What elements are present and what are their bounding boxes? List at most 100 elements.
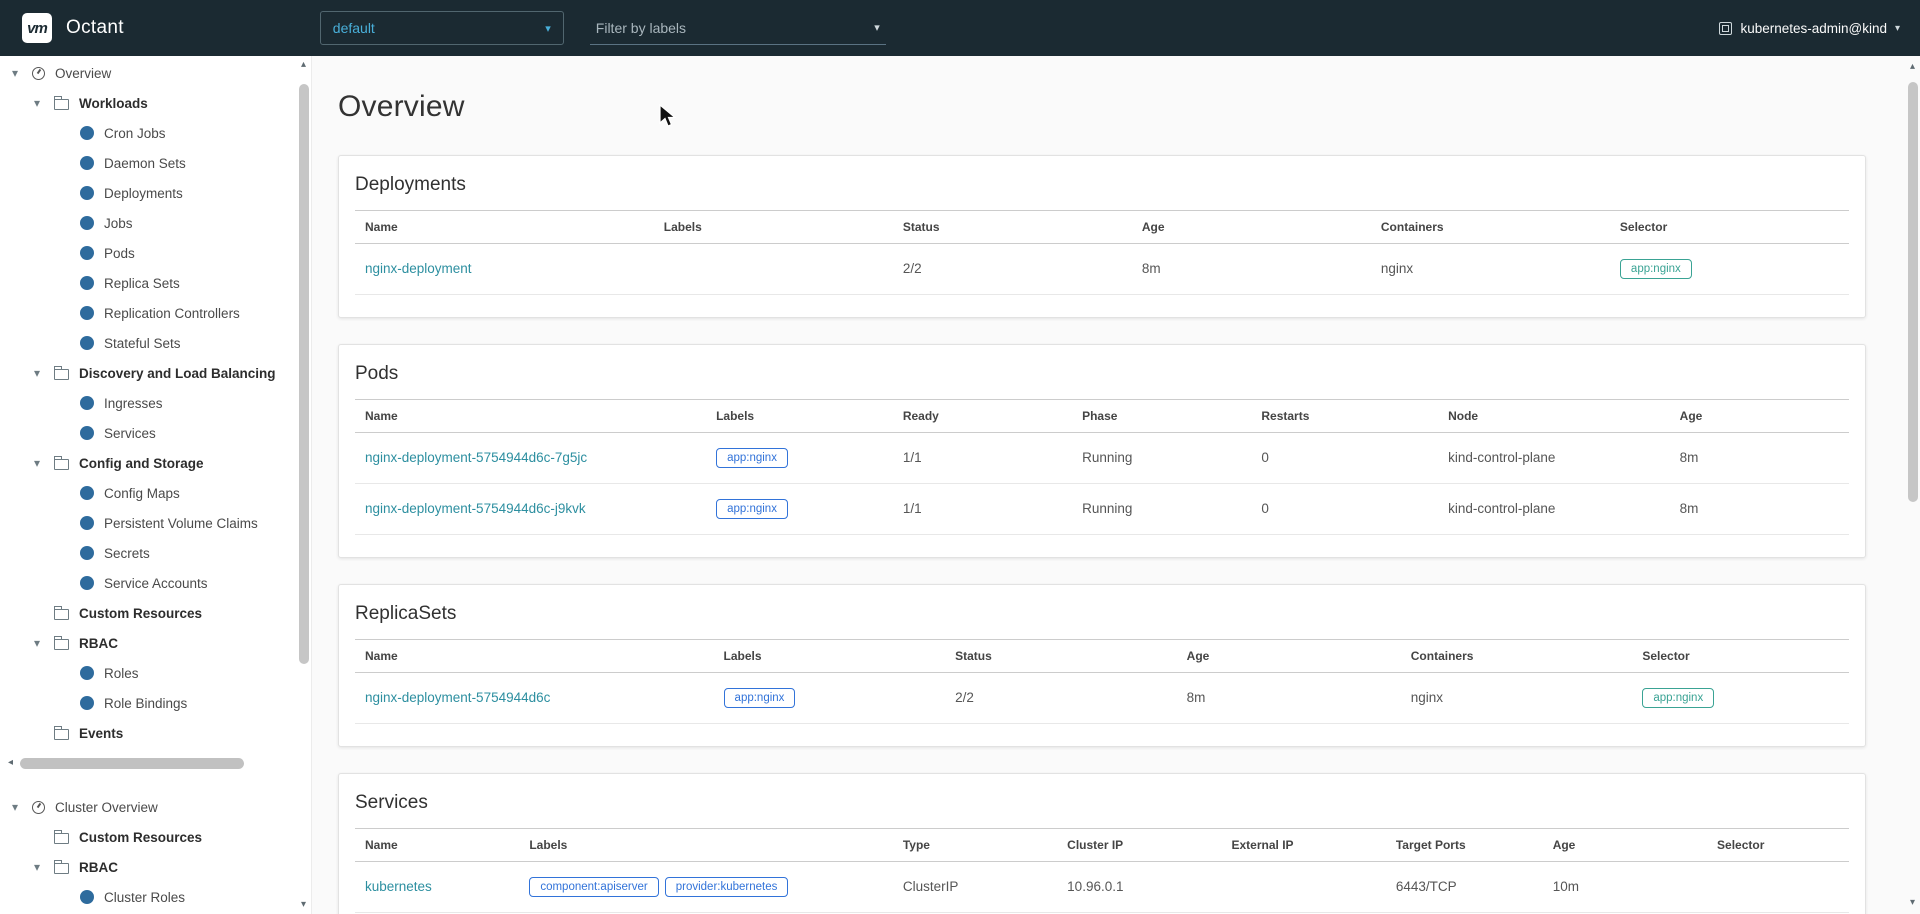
sidebar-item-overview[interactable]: ▾Overview <box>0 58 311 88</box>
sidebar-item-deployments[interactable]: Deployments <box>0 178 311 208</box>
cluster-icon <box>1719 22 1732 35</box>
sidebar-item-cron-jobs[interactable]: Cron Jobs <box>0 118 311 148</box>
label-badge[interactable]: app:nginx <box>724 688 796 708</box>
caret-down-icon[interactable]: ▾ <box>12 800 32 814</box>
sidebar-item-discovery-and-load-balancing[interactable]: ▾Discovery and Load Balancing <box>0 358 311 388</box>
sidebar-vertical-scrollbar[interactable]: ▴ ▾ <box>296 56 311 914</box>
scroll-down-icon[interactable]: ▾ <box>301 900 306 910</box>
label-filter-dropdown[interactable]: Filter by labels ▾ <box>590 11 886 45</box>
column-header-node: Node <box>1438 399 1670 432</box>
column-header-age: Age <box>1177 639 1401 672</box>
column-header-status: Status <box>945 639 1177 672</box>
resource-link[interactable]: kubernetes <box>365 879 432 894</box>
table-cell: 2/2 <box>945 672 1177 723</box>
table-header-row: NameLabelsReadyPhaseRestartsNodeAge <box>355 399 1849 432</box>
column-header-age: Age <box>1543 828 1707 861</box>
table-row[interactable]: kubernetes component:apiserver provider:ku… <box>355 861 1849 912</box>
sidebar-item-stateful-sets[interactable]: Stateful Sets <box>0 328 311 358</box>
column-header-selector: Selector <box>1610 210 1849 243</box>
sidebar-item-persistent-volume-claims[interactable]: Persistent Volume Claims <box>0 508 311 538</box>
scroll-left-icon[interactable]: ◂ <box>8 758 13 768</box>
sidebar-item-label: Pods <box>104 246 135 261</box>
label-badge[interactable]: component:apiserver <box>529 877 658 897</box>
sidebar-item-custom-resources[interactable]: Custom Resources <box>0 822 311 852</box>
column-header-ready: Ready <box>893 399 1072 432</box>
sidebar-scrollbar-track[interactable] <box>296 70 311 900</box>
scroll-up-icon[interactable]: ▴ <box>301 60 306 70</box>
sidebar-item-config-and-storage[interactable]: ▾Config and Storage <box>0 448 311 478</box>
resource-link[interactable]: nginx-deployment-5754944d6c-j9kvk <box>365 501 586 516</box>
main-vertical-scrollbar[interactable]: ▴ ▾ <box>1905 56 1920 914</box>
sidebar-horizontal-scrollbar[interactable]: ◂ ▸ <box>8 756 301 770</box>
main-scrollbar-thumb[interactable] <box>1908 82 1918 502</box>
sidebar-item-services[interactable]: Services <box>0 418 311 448</box>
cluster-roles-icon <box>80 890 94 904</box>
cluster-context-menu[interactable]: kubernetes-admin@kind ▾ <box>1719 21 1900 36</box>
resource-link[interactable]: nginx-deployment-5754944d6c <box>365 690 550 705</box>
column-header-name: Name <box>355 828 519 861</box>
caret-down-icon[interactable]: ▾ <box>12 66 32 80</box>
table-row[interactable]: nginx-deployment2/28mnginxapp:nginx <box>355 243 1849 294</box>
selector-badge[interactable]: app:nginx <box>1620 259 1692 279</box>
sidebar-item-custom-resources[interactable]: Custom Resources <box>0 598 311 628</box>
column-header-containers: Containers <box>1401 639 1633 672</box>
horizontal-scrollbar-thumb[interactable] <box>20 758 244 769</box>
config-maps-icon <box>80 486 94 500</box>
table-row[interactable]: nginx-deployment-5754944d6c-7g5jc app:ngi… <box>355 432 1849 483</box>
resource-link[interactable]: nginx-deployment <box>365 261 472 276</box>
sidebar-item-replica-sets[interactable]: Replica Sets <box>0 268 311 298</box>
label-badge[interactable]: provider:kubernetes <box>665 877 789 897</box>
selector-badge[interactable]: app:nginx <box>1642 688 1714 708</box>
table-row[interactable]: nginx-deployment-5754944d6c-j9kvk app:ngi… <box>355 483 1849 534</box>
sidebar-item-workloads[interactable]: ▾Workloads <box>0 88 311 118</box>
column-header-labels: Labels <box>714 639 946 672</box>
caret-down-icon[interactable]: ▾ <box>34 456 54 470</box>
table-cell: kind-control-plane <box>1438 483 1670 534</box>
label-filter-placeholder: Filter by labels <box>596 20 686 36</box>
sidebar-item-service-accounts[interactable]: Service Accounts <box>0 568 311 598</box>
caret-down-icon[interactable]: ▾ <box>34 636 54 650</box>
table-cell: 10.96.0.1 <box>1057 861 1221 912</box>
scroll-up-icon[interactable]: ▴ <box>1910 62 1915 72</box>
caret-down-icon[interactable]: ▾ <box>34 96 54 110</box>
sidebar-item-rbac[interactable]: ▾ RBAC <box>0 852 311 882</box>
ingresses-icon <box>80 396 94 410</box>
card-deployments: DeploymentsNameLabelsStatusAgeContainers… <box>338 155 1866 318</box>
sidebar-item-secrets[interactable]: Secrets <box>0 538 311 568</box>
namespace-dropdown[interactable]: default ▾ <box>320 11 564 45</box>
resource-link[interactable]: nginx-deployment-5754944d6c-7g5jc <box>365 450 587 465</box>
card-replicasets: ReplicaSetsNameLabelsStatusAgeContainers… <box>338 584 1866 747</box>
label-badge[interactable]: app:nginx <box>716 448 788 468</box>
column-header-name: Name <box>355 210 654 243</box>
cron-jobs-icon <box>80 126 94 140</box>
caret-down-icon[interactable]: ▾ <box>34 860 54 874</box>
sidebar-item-events[interactable]: Events <box>0 718 311 748</box>
sidebar-item-label: RBAC <box>79 860 118 875</box>
horizontal-scrollbar-track[interactable] <box>18 758 291 769</box>
sidebar-tree-namespace: ▾Overview▾WorkloadsCron JobsDaemon Sets D… <box>0 58 311 748</box>
main-content: Overview DeploymentsNameLabelsStatusAgeC… <box>312 56 1905 914</box>
sidebar-scrollbar-thumb[interactable] <box>299 84 309 664</box>
sidebar-item-pods[interactable]: Pods <box>0 238 311 268</box>
sidebar-item-role-bindings[interactable]: Role Bindings <box>0 688 311 718</box>
table-cell: app:nginx <box>1610 243 1849 294</box>
sidebar-item-replication-controllers[interactable]: Replication Controllers <box>0 298 311 328</box>
column-header-containers: Containers <box>1371 210 1610 243</box>
sidebar-item-ingresses[interactable]: Ingresses <box>0 388 311 418</box>
sidebar-item-roles[interactable]: Roles <box>0 658 311 688</box>
table-cell: nginx <box>1371 243 1610 294</box>
sidebar-item-label: Deployments <box>104 186 183 201</box>
caret-down-icon[interactable]: ▾ <box>34 366 54 380</box>
sidebar-item-rbac[interactable]: ▾RBAC <box>0 628 311 658</box>
table-row[interactable]: nginx-deployment-5754944d6capp:nginx2/28… <box>355 672 1849 723</box>
scroll-down-icon[interactable]: ▾ <box>1910 898 1915 908</box>
sidebar-item-config-maps[interactable]: Config Maps <box>0 478 311 508</box>
main-scrollbar-track[interactable] <box>1905 72 1920 898</box>
label-badge[interactable]: app:nginx <box>716 499 788 519</box>
sidebar-item-daemon-sets[interactable]: Daemon Sets <box>0 148 311 178</box>
sidebar-item-jobs[interactable]: Jobs <box>0 208 311 238</box>
table-cell: 0 <box>1251 432 1438 483</box>
column-header-restarts: Restarts <box>1251 399 1438 432</box>
sidebar-item-cluster-overview[interactable]: ▾Cluster Overview <box>0 792 311 822</box>
sidebar-item-cluster-roles[interactable]: Cluster Roles <box>0 882 311 912</box>
